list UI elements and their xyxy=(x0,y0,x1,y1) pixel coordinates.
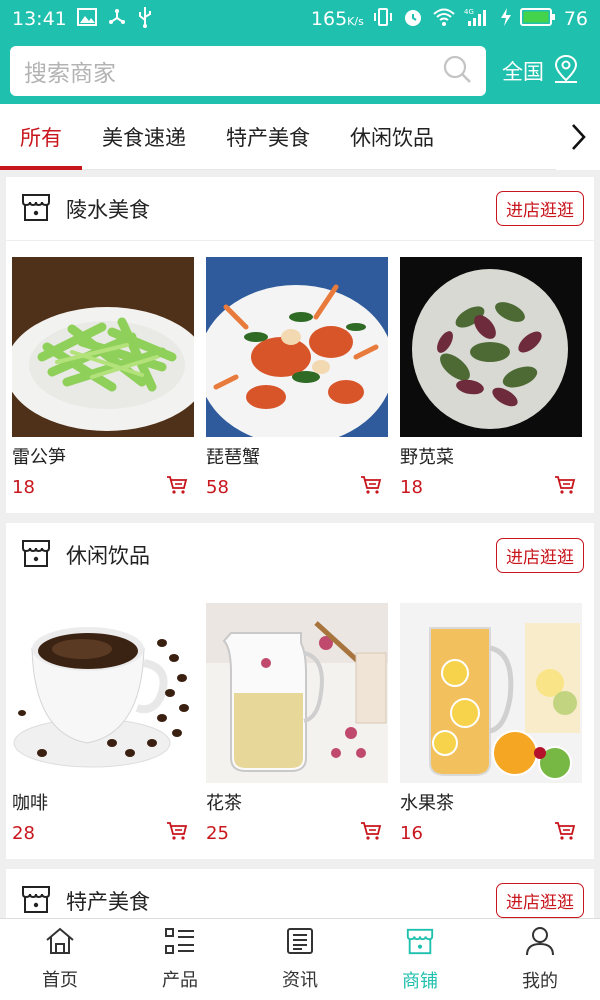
product-card[interactable]: 水果茶 16 xyxy=(400,603,582,845)
product-card[interactable]: 咖啡 28 xyxy=(12,603,194,845)
nav-label: 我的 xyxy=(522,971,558,992)
cart-icon[interactable] xyxy=(166,821,188,845)
status-time: 13:41 xyxy=(12,8,67,30)
product-price: 18 xyxy=(400,476,423,498)
product-image-fruit-tea[interactable] xyxy=(400,603,582,783)
product-list: 咖啡 28 花茶 25 水果茶 16 xyxy=(6,587,594,859)
store-name: 特产美食 xyxy=(66,889,150,914)
visit-store-button[interactable]: 进店逛逛 xyxy=(496,191,584,226)
nav-products[interactable]: 产品 xyxy=(120,919,240,1000)
product-price: 28 xyxy=(12,822,35,844)
cart-icon[interactable] xyxy=(360,821,382,845)
usb-icon xyxy=(137,6,153,33)
product-name: 琵琶蟹 xyxy=(206,447,260,468)
shop-icon xyxy=(20,537,52,573)
nav-label: 产品 xyxy=(162,970,198,991)
product-card[interactable]: 雷公笋 18 xyxy=(12,257,194,499)
tab-drinks[interactable]: 休闲饮品 xyxy=(330,104,454,170)
product-name: 水果茶 xyxy=(400,793,454,814)
store-card: 特产美食 进店逛逛 xyxy=(6,869,594,918)
product-name: 雷公笋 xyxy=(12,447,66,468)
home-icon xyxy=(45,927,75,960)
nav-me[interactable]: 我的 xyxy=(480,919,600,1000)
product-card[interactable]: 野苋菜 18 xyxy=(400,257,582,499)
cart-icon[interactable] xyxy=(360,475,382,499)
alarm-icon xyxy=(402,6,424,33)
location-pin-icon xyxy=(552,54,580,89)
visit-store-button[interactable]: 进店逛逛 xyxy=(496,883,584,918)
charging-icon xyxy=(500,7,512,32)
chevron-right-icon[interactable] xyxy=(556,104,600,170)
store-name: 陵水美食 xyxy=(66,197,150,222)
svg-text:4G: 4G xyxy=(464,8,474,16)
status-bar: 13:41 165K/s 4G 76 xyxy=(0,0,600,38)
product-name: 野苋菜 xyxy=(400,447,454,468)
network-speed: 165K/s xyxy=(310,8,364,30)
store-header: 休闲饮品 进店逛逛 xyxy=(6,523,594,587)
network-share-icon xyxy=(107,7,127,32)
tab-local-specialties[interactable]: 特产美食 xyxy=(206,104,330,170)
battery-level: 76 xyxy=(563,8,588,30)
vibrate-icon xyxy=(372,7,394,32)
news-icon xyxy=(286,927,314,960)
product-price: 16 xyxy=(400,822,423,844)
user-icon xyxy=(525,926,555,961)
nav-home[interactable]: 首页 xyxy=(0,919,120,1000)
app-root: 13:41 165K/s 4G 76 搜索商家 全国 所有 美食速递 特产美食 … xyxy=(0,0,600,1000)
product-name: 花茶 xyxy=(206,793,242,814)
product-price: 25 xyxy=(206,822,229,844)
store-list: 陵水美食 进店逛逛 雷公笋 18 琵琶蟹 58 野苋菜 18 休闲饮品 进店逛逛… xyxy=(0,171,600,918)
product-price: 18 xyxy=(12,476,35,498)
nav-news[interactable]: 资讯 xyxy=(240,919,360,1000)
wifi-icon xyxy=(432,7,456,32)
tab-food-delivery[interactable]: 美食速递 xyxy=(82,104,206,170)
product-card[interactable]: 花茶 25 xyxy=(206,603,388,845)
store-card: 休闲饮品 进店逛逛 咖啡 28 花茶 25 水果茶 16 xyxy=(6,523,594,859)
search-icon[interactable] xyxy=(442,54,472,88)
store-header: 陵水美食 进店逛逛 xyxy=(6,177,594,241)
store-header: 特产美食 进店逛逛 xyxy=(6,869,594,918)
product-card[interactable]: 琵琶蟹 58 xyxy=(206,257,388,499)
product-price: 58 xyxy=(206,476,229,498)
product-image-coffee[interactable] xyxy=(12,603,194,783)
search-input[interactable]: 搜索商家 xyxy=(10,46,486,96)
nav-label: 首页 xyxy=(42,970,78,991)
nav-stores[interactable]: 商铺 xyxy=(360,919,480,1000)
product-image-amaranth[interactable] xyxy=(400,257,582,437)
category-tabs: 所有 美食速递 特产美食 休闲饮品 xyxy=(0,104,600,170)
bottom-nav: 首页 产品 资讯 商铺 我的 xyxy=(0,918,600,1000)
nav-label: 资讯 xyxy=(282,970,318,991)
cart-icon[interactable] xyxy=(166,475,188,499)
product-image-crab[interactable] xyxy=(206,257,388,437)
tab-all[interactable]: 所有 xyxy=(0,104,82,170)
nav-label: 商铺 xyxy=(402,971,438,992)
signal-icon: 4G xyxy=(464,7,492,32)
region-label: 全国 xyxy=(502,60,544,84)
search-header: 搜索商家 全国 xyxy=(0,38,600,104)
cart-icon[interactable] xyxy=(554,821,576,845)
product-image-flower-tea[interactable] xyxy=(206,603,388,783)
cart-icon[interactable] xyxy=(554,475,576,499)
visit-store-button[interactable]: 进店逛逛 xyxy=(496,537,584,573)
shop-icon xyxy=(20,883,52,919)
product-name: 咖啡 xyxy=(12,793,48,814)
store-icon xyxy=(405,926,435,961)
store-name: 休闲饮品 xyxy=(66,544,150,568)
search-placeholder: 搜索商家 xyxy=(24,61,116,87)
product-image-asparagus[interactable] xyxy=(12,257,194,437)
store-card: 陵水美食 进店逛逛 雷公笋 18 琵琶蟹 58 野苋菜 18 xyxy=(6,177,594,513)
battery-icon xyxy=(519,7,556,32)
region-selector[interactable]: 全国 xyxy=(502,54,580,89)
list-icon xyxy=(164,927,196,960)
image-icon xyxy=(76,7,97,31)
shop-icon xyxy=(20,191,52,227)
product-list: 雷公笋 18 琵琶蟹 58 野苋菜 18 xyxy=(6,241,594,513)
